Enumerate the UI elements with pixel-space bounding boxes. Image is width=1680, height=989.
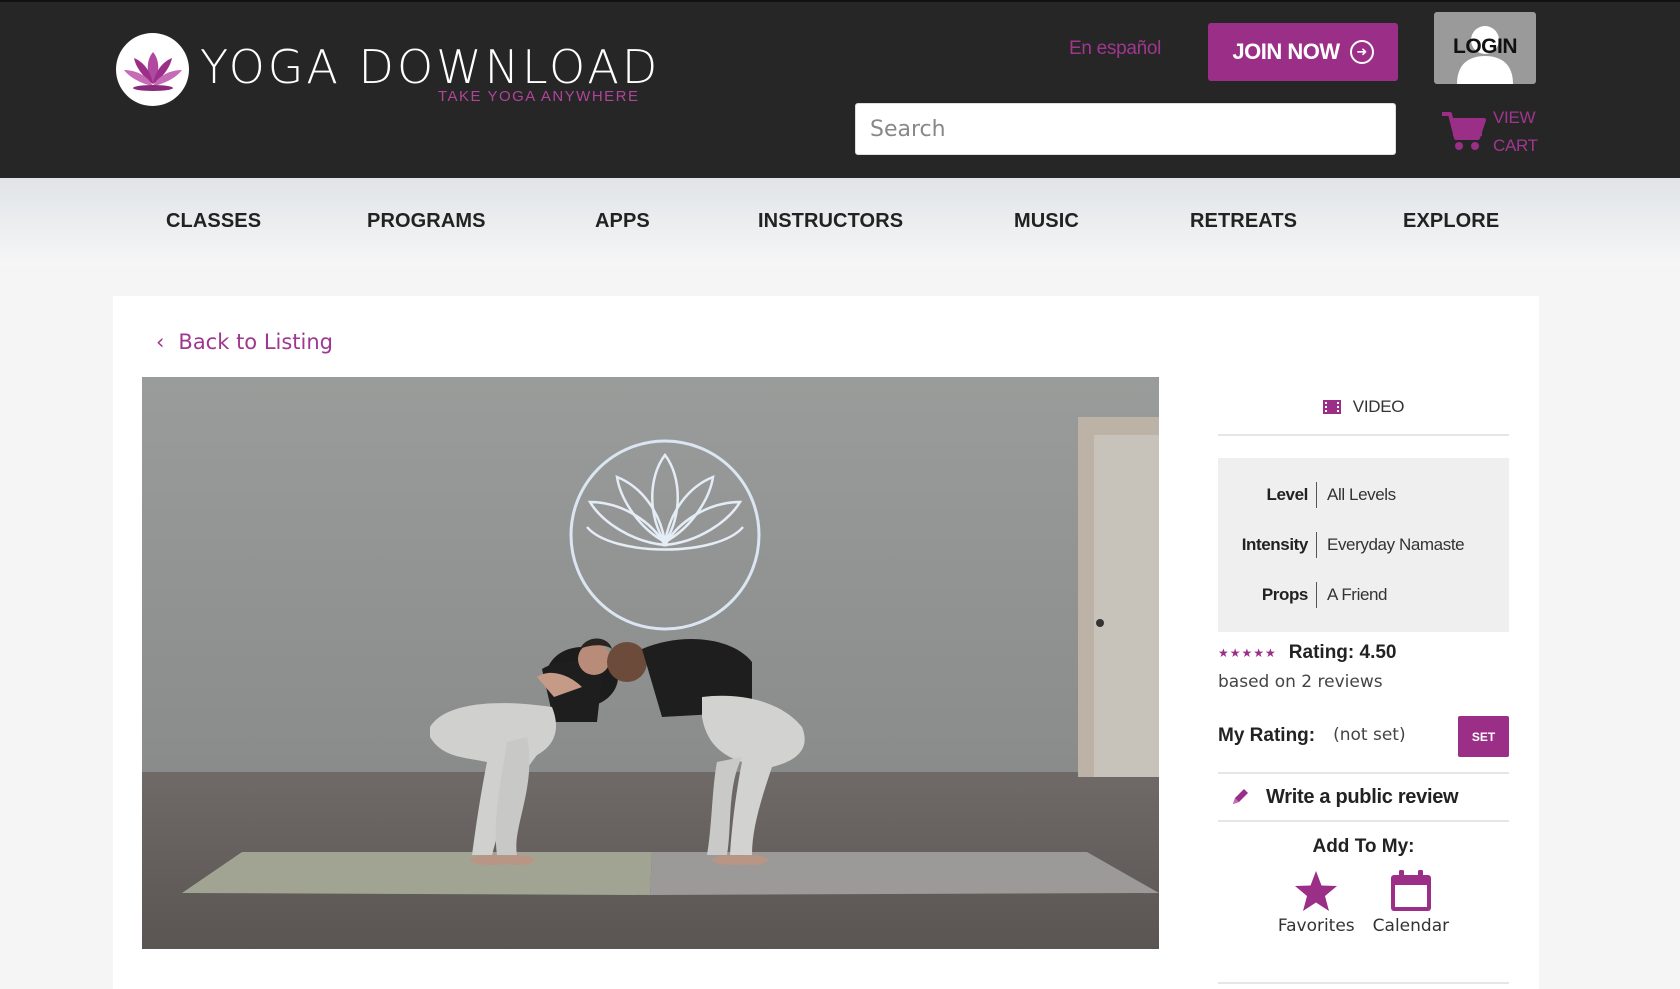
calendar-label: Calendar [1372, 916, 1450, 936]
add-to-title: Add To My: [1312, 836, 1415, 857]
arrow-circle-icon: ➜ [1349, 40, 1374, 64]
review-count: based on 2 reviews [1218, 672, 1383, 692]
lotus-icon[interactable] [116, 33, 189, 106]
meta-row-props: Props A Friend [1218, 570, 1509, 620]
meta-value: A Friend [1327, 585, 1388, 604]
pencil-icon [1233, 789, 1248, 804]
my-rating-value: (not set) [1333, 725, 1406, 745]
meta-key: Level [1218, 482, 1317, 508]
nav-instructors[interactable]: INSTRUCTORS [758, 210, 903, 233]
media-type-label: VIDEO [1352, 397, 1405, 416]
calendar-icon [1390, 870, 1431, 911]
nav-music[interactable]: MUSIC [1014, 210, 1079, 233]
logo-title[interactable]: YOGA DOWNLOAD [200, 40, 660, 94]
class-detail-card: ‹ Back to Listing VIDEO Level All Levels… [113, 296, 1539, 989]
film-icon [1322, 400, 1341, 414]
set-rating-button[interactable]: SET [1458, 716, 1509, 757]
video-frame [142, 377, 1159, 949]
search-input[interactable] [855, 103, 1396, 155]
meta-row-level: Level All Levels [1218, 470, 1509, 520]
join-now-label: JOIN NOW [1232, 39, 1340, 64]
back-to-listing-link[interactable]: ‹ Back to Listing [156, 330, 333, 354]
cart-label-cart: CART [1493, 136, 1538, 155]
meta-value: Everyday Namaste [1327, 535, 1465, 554]
nav-programs[interactable]: PROGRAMS [367, 210, 486, 233]
star-rating-icon: ★★★★★ [1218, 646, 1277, 660]
meta-key: Intensity [1218, 532, 1317, 558]
divider [1218, 982, 1509, 984]
back-label: Back to Listing [178, 330, 334, 354]
divider [1218, 758, 1509, 774]
rating-value: Rating: 4.50 [1288, 642, 1397, 663]
cart-label-view: VIEW [1493, 108, 1536, 127]
view-cart-link[interactable]: VIEW CART [1440, 102, 1540, 158]
meta-key: Props [1218, 582, 1317, 608]
add-to-options: Favorites Calendar [1218, 870, 1509, 936]
nav-retreats[interactable]: RETREATS [1190, 210, 1297, 233]
main-nav: CLASSES PROGRAMS APPS INSTRUCTORS MUSIC … [0, 178, 1680, 266]
nav-apps[interactable]: APPS [595, 210, 650, 233]
add-to-favorites[interactable]: Favorites [1278, 870, 1355, 936]
my-rating-row: My Rating: (not set) SET [1218, 714, 1509, 758]
media-type: VIDEO [1218, 380, 1509, 436]
my-rating-label: My Rating: [1218, 725, 1316, 746]
rating-summary: ★★★★★ Rating: 4.50 [1218, 638, 1509, 668]
nav-classes[interactable]: CLASSES [166, 210, 261, 233]
write-review-link[interactable]: Write a public review [1218, 774, 1509, 822]
meta-value: All Levels [1327, 485, 1396, 504]
site-header: YOGA DOWNLOAD TAKE YOGA ANYWHERE En espa… [0, 0, 1680, 178]
class-info-sidebar: VIDEO Level All Levels Intensity Everyda… [1218, 380, 1509, 936]
star-icon [1295, 871, 1338, 911]
chevron-left-icon: ‹ [156, 330, 165, 354]
language-link[interactable]: En español [1069, 38, 1161, 60]
join-now-button[interactable]: JOIN NOW ➜ [1208, 23, 1398, 81]
login-label: LOGIN [1453, 35, 1518, 58]
meta-row-intensity: Intensity Everyday Namaste [1218, 520, 1509, 570]
add-to-calendar[interactable]: Calendar [1373, 870, 1449, 936]
write-review-label: Write a public review [1266, 785, 1459, 808]
nav-explore[interactable]: EXPLORE [1403, 210, 1499, 233]
class-meta: Level All Levels Intensity Everyday Nama… [1218, 458, 1509, 632]
logo-tagline: TAKE YOGA ANYWHERE [438, 88, 640, 105]
login-button[interactable]: LOGIN [1434, 12, 1536, 84]
cart-icon [1442, 112, 1486, 150]
favorites-label: Favorites [1277, 916, 1355, 936]
video-player[interactable] [142, 377, 1159, 949]
